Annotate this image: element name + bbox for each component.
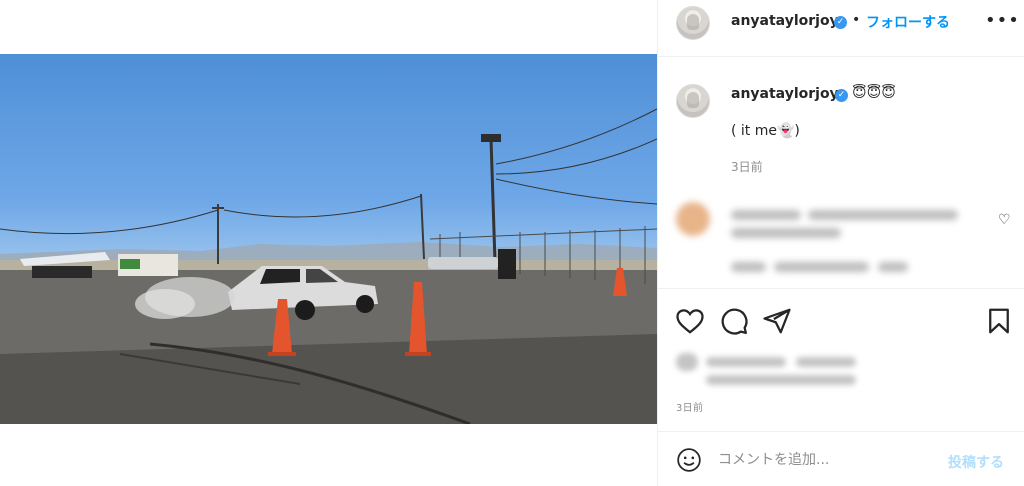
share-icon[interactable] (762, 306, 792, 336)
more-options-icon[interactable]: ••• (985, 10, 1020, 31)
post-header: anyataylorjoy ✓ • フォローする ••• (658, 0, 1024, 57)
blurred-comment (658, 190, 1024, 285)
caption-text: ( it me👻) (731, 123, 800, 139)
bookmark-icon[interactable] (984, 306, 1014, 336)
separator-dot: • (852, 12, 861, 28)
emoji-icon[interactable] (676, 447, 702, 473)
post-side-panel: anyataylorjoy ✓ • フォローする ••• anyataylorj… (658, 0, 1024, 486)
comment-like-icon[interactable]: ♡ (998, 212, 1011, 228)
action-bar: 3日前 (658, 288, 1024, 438)
avatar[interactable] (676, 6, 710, 40)
verified-badge-icon: ✓ (834, 16, 847, 29)
blurred-likes (676, 349, 896, 389)
caption-username[interactable]: anyataylorjoy (731, 86, 839, 102)
comment-input[interactable] (718, 446, 938, 474)
heart-icon[interactable] (675, 306, 705, 336)
comment-icon[interactable] (719, 306, 749, 336)
follow-button[interactable]: フォローする (866, 12, 950, 32)
post-video[interactable] (0, 54, 657, 424)
caption-emojis: 😇😇😇 (852, 85, 896, 101)
caption-time[interactable]: 3日前 (731, 158, 763, 175)
comment-bar: 投稿する (658, 431, 1024, 486)
header-username[interactable]: anyataylorjoy (731, 13, 839, 29)
verified-badge-icon: ✓ (835, 89, 848, 102)
media-area (0, 0, 657, 486)
video-scene (0, 108, 657, 424)
post-comment-button[interactable]: 投稿する (948, 452, 1004, 472)
post-timestamp[interactable]: 3日前 (676, 399, 703, 414)
caption-avatar[interactable] (676, 84, 710, 118)
